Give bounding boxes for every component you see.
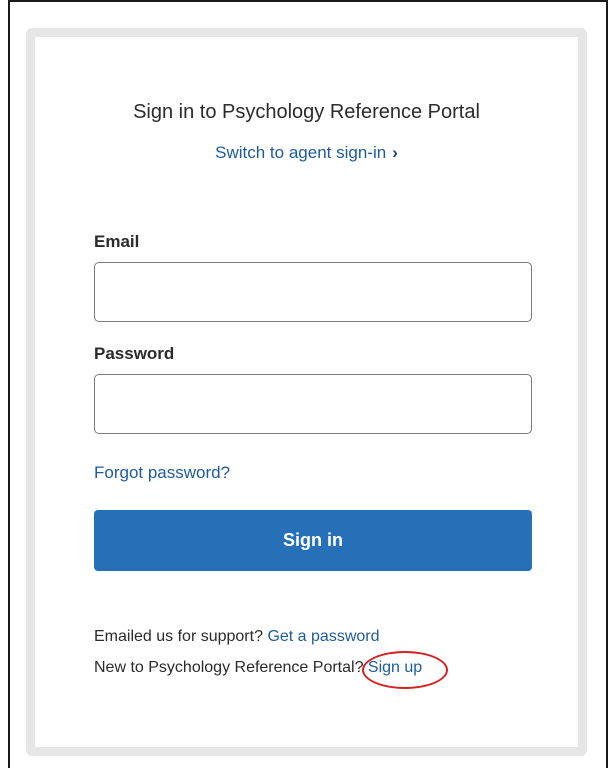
forgot-password-link[interactable]: Forgot password? [94,463,230,483]
password-input[interactable] [94,374,532,434]
sign-in-button[interactable]: Sign in [94,510,532,571]
support-line: Emailed us for support? Get a password [94,628,380,646]
switch-agent-label[interactable]: Switch to agent sign-in [215,143,386,162]
new-user-text: New to Psychology Reference Portal? [94,659,364,676]
signup-wrapper: Sign up [361,651,448,689]
support-text: Emailed us for support? [94,628,263,645]
signup-line: New to Psychology Reference Portal? Sign… [94,651,448,689]
get-password-link[interactable]: Get a password [267,628,379,645]
switch-agent-link[interactable]: Switch to agent sign-in › [35,143,578,163]
page-title: Sign in to Psychology Reference Portal [133,101,480,123]
email-label: Email [94,232,140,251]
password-label: Password [94,344,175,363]
email-input[interactable] [94,262,532,322]
login-card: Sign in to Psychology Reference Portal S… [26,28,587,756]
chevron-right-icon: › [392,143,398,162]
sign-up-link[interactable]: Sign up [368,659,422,676]
